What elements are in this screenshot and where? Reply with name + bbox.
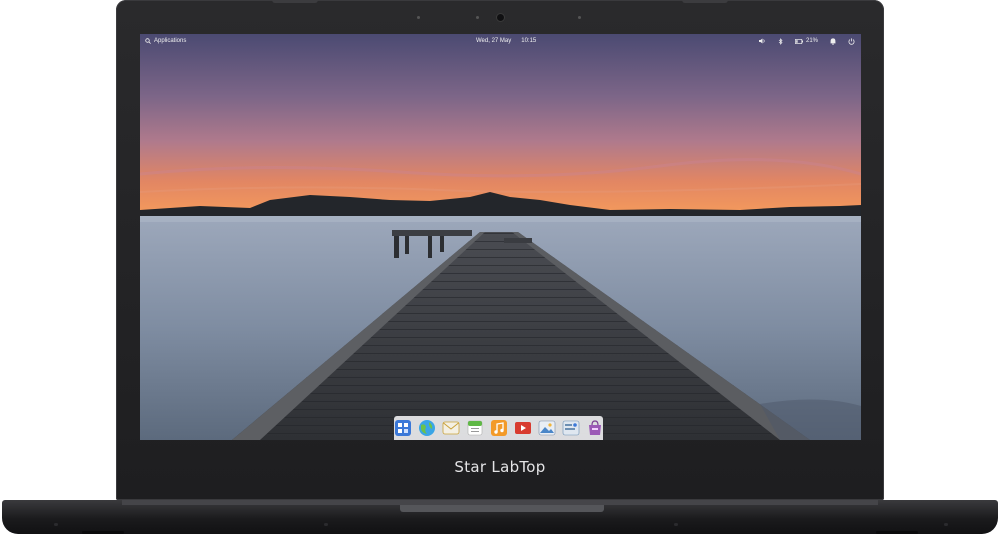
base-screw [944, 523, 948, 526]
battery-icon [795, 38, 803, 44]
power-icon[interactable] [848, 37, 855, 45]
brand-label: Star LabTop [454, 458, 546, 476]
photos-icon[interactable] [538, 419, 556, 437]
search-icon [145, 38, 151, 44]
top-panel: Applications Wed, 27 May 10:15 21% [140, 34, 861, 48]
date-label: Wed, 27 May [476, 38, 512, 44]
base-screw [54, 523, 58, 526]
application-dock [394, 416, 603, 440]
multitasking-view-icon[interactable] [394, 419, 412, 437]
time-label: 10:15 [521, 38, 537, 44]
sensor-dot [417, 16, 420, 19]
laptop-screen: Applications Wed, 27 May 10:15 21% [140, 34, 861, 440]
battery-percent: 21% [805, 38, 818, 44]
mail-icon[interactable] [442, 419, 460, 437]
rubber-foot [82, 531, 124, 534]
music-icon[interactable] [490, 419, 508, 437]
camera-bar [116, 14, 884, 22]
videos-icon[interactable] [514, 419, 532, 437]
lid-opening-notch [400, 505, 604, 512]
lid-tab-left [272, 0, 318, 3]
applications-menu[interactable]: Applications [145, 34, 186, 48]
lid-tab-right [682, 0, 728, 3]
system-settings-icon[interactable] [562, 419, 580, 437]
webcam-icon [497, 14, 504, 21]
bluetooth-icon[interactable] [778, 37, 783, 45]
base-screw [674, 523, 678, 526]
web-browser-icon[interactable] [418, 419, 436, 437]
system-indicators: 21% [758, 34, 855, 48]
base-screw [324, 523, 328, 526]
notifications-icon[interactable] [830, 37, 836, 45]
laptop-lid: Applications Wed, 27 May 10:15 21% Star … [116, 0, 884, 500]
laptop-base [2, 500, 998, 534]
battery-indicator[interactable]: 21% [795, 34, 818, 48]
sensor-dot [476, 16, 479, 19]
datetime-indicator[interactable]: Wed, 27 May 10:15 [476, 34, 536, 48]
applications-label: Applications [154, 38, 187, 44]
volume-icon[interactable] [758, 38, 766, 44]
rubber-foot [876, 531, 918, 534]
app-center-icon[interactable] [586, 419, 604, 437]
sensor-dot [578, 16, 581, 19]
desktop-wallpaper [140, 34, 861, 440]
calendar-icon[interactable] [466, 419, 484, 437]
